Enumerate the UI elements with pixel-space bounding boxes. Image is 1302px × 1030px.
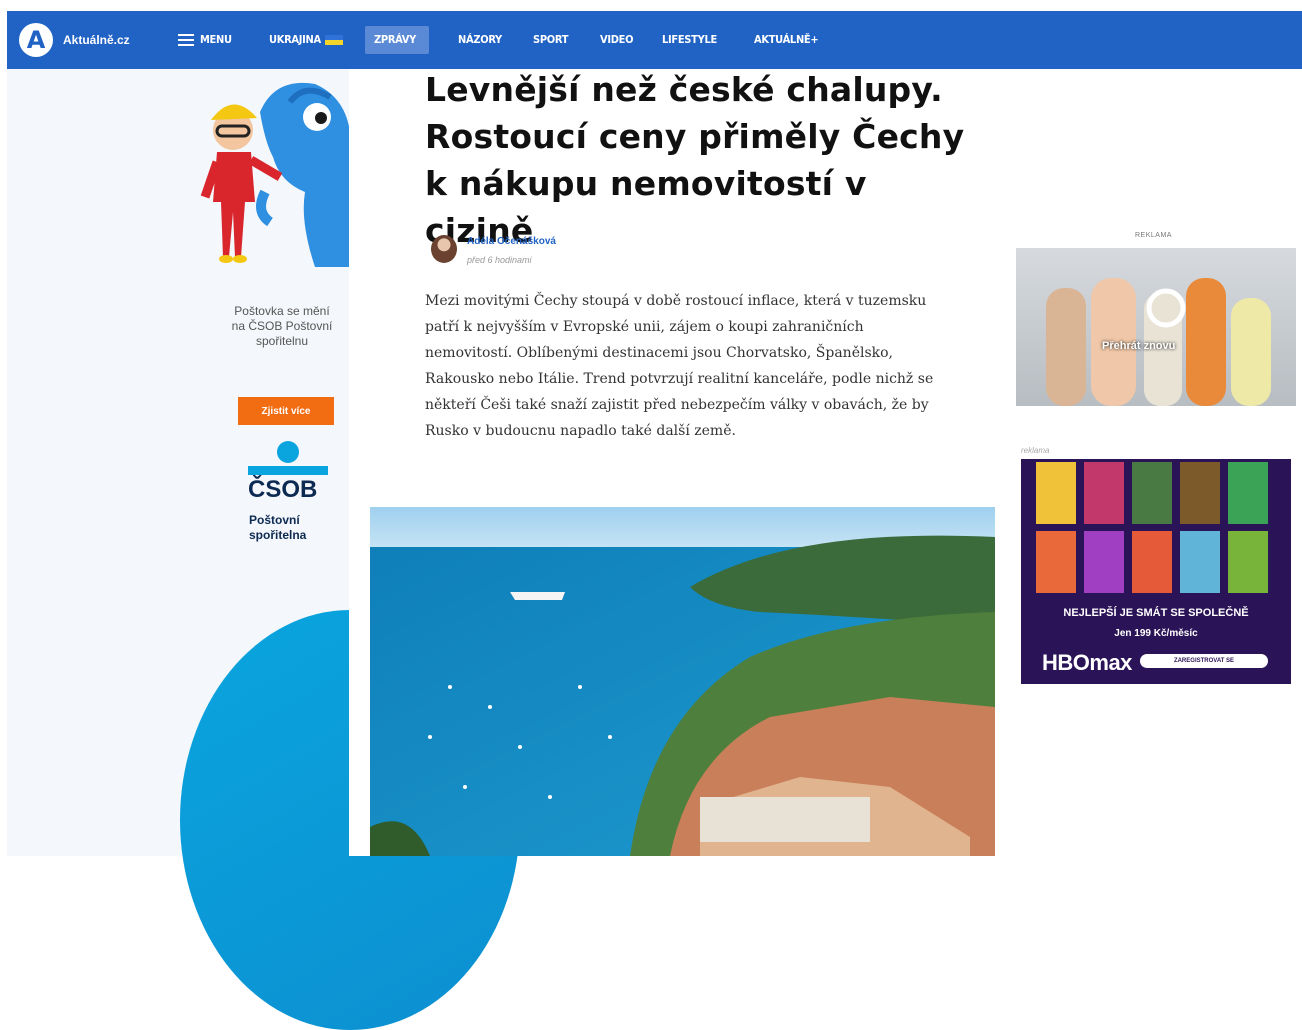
nav-aktualne-plus[interactable]: AKTUÁLNĚ+ — [754, 33, 819, 46]
ukraine-flag-icon — [324, 35, 343, 45]
hamburger-icon[interactable] — [178, 34, 194, 46]
nav-lifestyle[interactable]: LIFESTYLE — [662, 33, 717, 46]
hbo-register-button[interactable]: ZAREGISTROVAT SE — [1140, 654, 1268, 668]
nav-sport[interactable]: SPORT — [533, 33, 568, 46]
aktualne-logo-icon[interactable]: A — [19, 23, 53, 57]
article-headline: Levnější než české chalupy. Rostoucí cen… — [425, 70, 965, 250]
nav-nazory[interactable]: NÁZORY — [458, 33, 502, 46]
nav-menu[interactable]: MENU — [200, 33, 232, 46]
publish-time: před 6 hodinami — [467, 255, 532, 265]
video-ad-people-illustration — [1046, 278, 1271, 406]
promo-cartoon-characters[interactable] — [195, 72, 350, 267]
article-photo-coastline[interactable] — [370, 507, 995, 856]
top-navigation: A Aktuálně.cz MENU UKRAJINA ZPRÁVY NÁZOR… — [7, 11, 1302, 69]
hbo-price: Jen 199 Kč/měsíc — [1114, 628, 1198, 639]
brand-name[interactable]: Aktuálně.cz — [63, 33, 130, 47]
ad-label-top: REKLAMA — [1135, 232, 1172, 239]
hbo-tagline: NEJLEPŠÍ JE SMÁT SE SPOLEČNĚ — [1063, 607, 1249, 619]
nav-zpravy[interactable]: ZPRÁVY — [374, 33, 416, 46]
csob-logo-icon — [248, 441, 328, 475]
author-name[interactable]: Adéla Očenášková — [467, 236, 556, 247]
hbo-max-logo: HBOmax — [1042, 650, 1132, 675]
csob-logo-subtitle: Poštovní spořitelna — [249, 513, 307, 542]
nav-ukrajina[interactable]: UKRAJINA — [269, 33, 343, 46]
author-avatar[interactable] — [431, 235, 457, 263]
nav-ukrajina-label: UKRAJINA — [269, 33, 321, 46]
promo-text: Poštovka se mění na ČSOB Poštovní spořit… — [231, 304, 333, 348]
video-ad[interactable] — [1016, 248, 1296, 406]
nav-video[interactable]: VIDEO — [600, 33, 634, 46]
csob-logo-word: ČSOB — [248, 476, 318, 503]
promo-more-button[interactable]: Zjistit více — [238, 397, 334, 425]
article-perex: Mezi movitými Čechy stoupá v době rostou… — [425, 293, 934, 439]
replay-video-button[interactable]: Přehrát znovu — [1102, 340, 1175, 352]
ad-label-side: reklama — [1021, 446, 1050, 455]
